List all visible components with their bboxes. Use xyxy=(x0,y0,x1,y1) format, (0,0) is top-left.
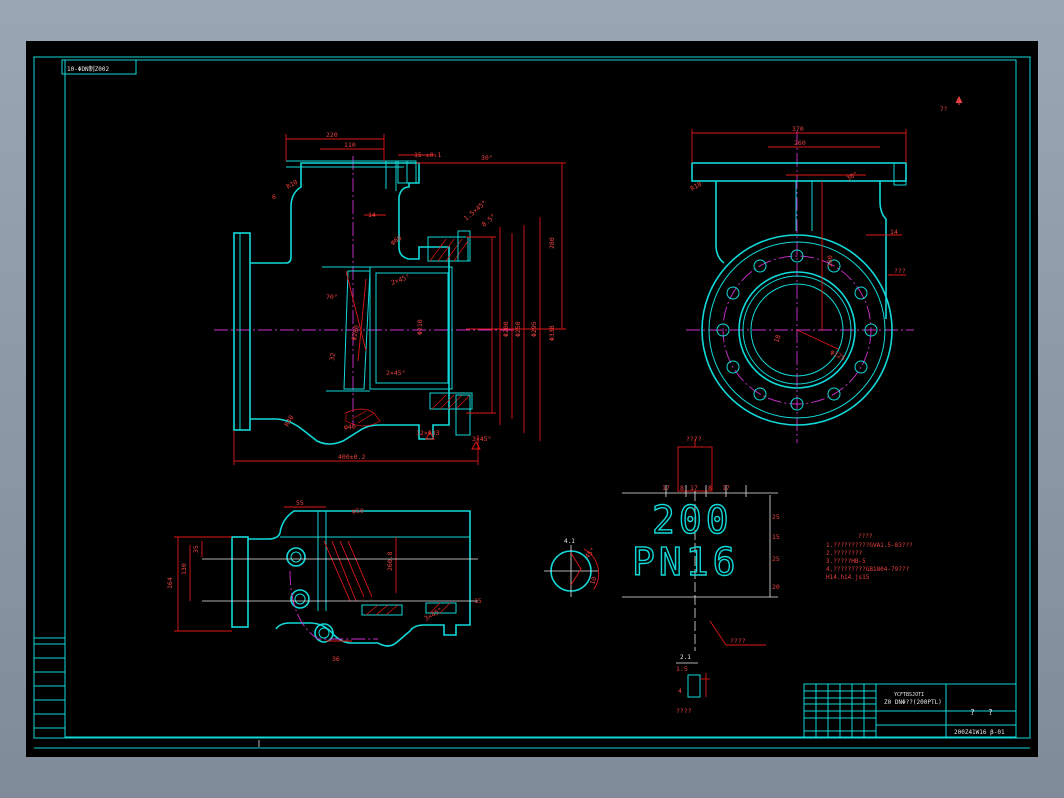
note-5: H14.h14.js15 xyxy=(826,574,870,581)
dim-r10-side: R10 xyxy=(689,180,703,193)
dim-phi60: φ60 xyxy=(389,234,403,247)
dim-phi200: Φ200 xyxy=(502,321,510,337)
dim-2x45b: 2×45° xyxy=(386,369,406,377)
mark-dim-4: 17 xyxy=(722,484,730,492)
pin-d15: 1.5 xyxy=(676,665,688,673)
mark-right-1: 15 xyxy=(772,533,780,541)
dim-3x45: 3×45° xyxy=(472,435,492,443)
title-q2: ? xyxy=(988,708,993,717)
mark-dim-0: 17 xyxy=(662,484,670,492)
dim-r40: R40 xyxy=(283,414,296,428)
corner-code: 10-ΦDN制Z002 xyxy=(67,65,110,73)
title-sub: YCFTBSJOTI xyxy=(894,692,924,698)
dim-2x45: 2×45° xyxy=(390,273,411,287)
marking-q: ???? xyxy=(686,435,702,443)
section-hatch xyxy=(345,236,473,427)
mark-dim-1: 8 xyxy=(680,484,684,492)
pin-d21: 2.1 xyxy=(680,654,691,661)
note-4: 4.?????????GB1804-79??? xyxy=(826,566,909,573)
front-view: 220 110 15-±0.1 30° 280 R10 6 14 1.5×45°… xyxy=(214,131,566,465)
dim-phi40: φ40 xyxy=(344,423,356,431)
mark-dim-3: 8 xyxy=(708,484,712,492)
title-block: YCFTBSJOTI Z0 DNΦ??(200PTL) ? ? 200Z41W1… xyxy=(803,683,1017,739)
marking-line2: PN16 xyxy=(632,540,740,584)
cad-drawing: 10-ΦDN制Z002 7? 220 110 15-±0.1 30° 280 R… xyxy=(33,56,1031,749)
title-q1: ? xyxy=(970,708,975,717)
dim-2608: 260.8 xyxy=(386,551,394,571)
dim-14: 14 xyxy=(368,211,376,219)
note-3: 3.?????HB-5 xyxy=(826,558,866,565)
dim-14-side: 14 xyxy=(890,228,898,236)
mark-dim-2: 17 xyxy=(690,484,698,492)
dim-phi338: Φ338 xyxy=(548,325,556,341)
marking-block: ???? 17 8 17 8 17 200 PN16 25 15 25 20 ?… xyxy=(622,435,780,715)
dim-15: 15-±0.1 xyxy=(414,151,441,159)
dim-280: 280 xyxy=(548,237,556,249)
dim-phi280: Φ280 xyxy=(350,324,361,341)
dim-phi250: Φ250 xyxy=(514,321,522,337)
dim-q-side: ??? xyxy=(894,267,906,275)
dim-220: 220 xyxy=(326,131,338,139)
roughness-icon xyxy=(955,95,963,105)
dim-32: 32 xyxy=(328,352,337,361)
title-doc: Z0 DNΦ??(200PTL) xyxy=(884,699,942,706)
dim-280-side: 280 xyxy=(826,255,834,267)
dim-18: 18 xyxy=(772,334,782,344)
top-view: 164 130 35 55 φ50 260.8 36 3×45° 15 xyxy=(166,499,482,663)
note-1: 1.??????????GVA1.5-83??? xyxy=(826,542,913,549)
detail-circle: 4.1 45° 10 xyxy=(544,538,600,597)
dim-35: 35 xyxy=(192,545,200,553)
dim-400: 400±0.2 xyxy=(338,453,365,461)
mark-leader-q: ???? xyxy=(730,637,746,645)
dim-30deg: 30° xyxy=(481,154,493,162)
dim-164: 164 xyxy=(166,577,174,589)
dim-phi210: Φ210 xyxy=(416,319,424,335)
scale-note: 7? xyxy=(940,106,948,113)
pin-q: ???? xyxy=(676,707,692,715)
dim-phi50: φ50 xyxy=(352,507,364,515)
dim-260: 260 xyxy=(794,139,806,147)
marking-line1: 200 xyxy=(652,498,733,542)
dim-55: 55 xyxy=(296,499,304,507)
pin-d4: 4 xyxy=(678,687,682,695)
notes-title: ???? xyxy=(858,533,873,540)
dim-370: 370 xyxy=(792,125,804,133)
dim-phi295: Φ295 xyxy=(530,321,538,337)
dim-r10: R10 xyxy=(285,178,299,191)
side-view: 370 260 30° R10 14 280 18 φ125 ??? xyxy=(686,125,914,443)
detail-d4: 4.1 xyxy=(564,538,575,545)
revision-table xyxy=(33,637,66,739)
title-code: 200Z41W16 β-01 xyxy=(954,729,1005,736)
dim-6: 6 xyxy=(272,193,276,201)
inner-frame xyxy=(64,59,1017,738)
dim-110: 110 xyxy=(344,141,356,149)
mark-right-3: 20 xyxy=(772,583,780,591)
mark-right-2: 25 xyxy=(772,555,780,563)
dim-70: 70° xyxy=(326,293,338,301)
outer-frame xyxy=(33,56,1031,739)
dim-36: 36 xyxy=(332,655,340,663)
drawing-sheet: 10-ΦDN制Z002 7? 220 110 15-±0.1 30° 280 R… xyxy=(26,41,1038,757)
technical-notes: ???? 1.??????????GVA1.5-83??? 2.????????… xyxy=(826,533,913,581)
dim-130: 130 xyxy=(180,563,188,575)
mark-right-0: 25 xyxy=(772,513,780,521)
note-2: 2.???????? xyxy=(826,550,863,557)
dim-85: 8.5° xyxy=(480,212,497,228)
